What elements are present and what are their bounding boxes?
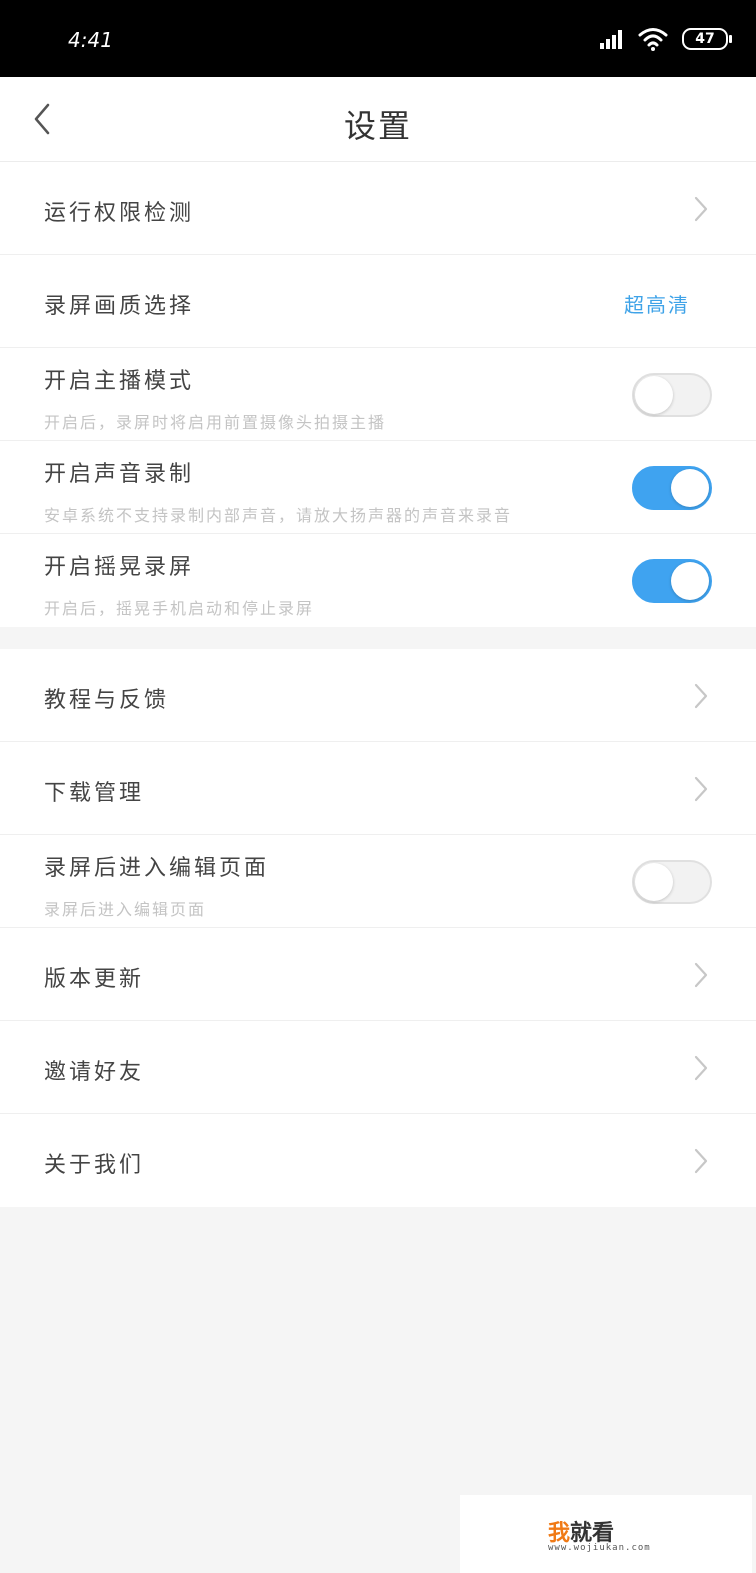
- status-time: 4:41: [68, 28, 113, 52]
- battery-icon: 47: [682, 28, 732, 50]
- toggle-knob: [635, 376, 673, 414]
- quality-value[interactable]: 超高清: [624, 289, 690, 318]
- chevron-right-icon: [694, 776, 708, 802]
- settings-row[interactable]: 下载管理: [0, 742, 756, 835]
- settings-row[interactable]: 邀请好友: [0, 1021, 756, 1114]
- row-subtitle: 开启后，录屏时将启用前置摄像头拍摄主播: [44, 413, 387, 432]
- row-title: 下载管理: [44, 781, 145, 806]
- battery-level: 47: [695, 31, 715, 47]
- settings-row: 开启声音录制安卓系统不支持录制内部声音，请放大扬声器的声音来录音: [0, 441, 756, 534]
- toggle-switch[interactable]: [632, 466, 712, 510]
- row-title: 运行权限检测: [44, 201, 195, 226]
- chevron-right-icon: [694, 196, 708, 222]
- settings-row: 录屏后进入编辑页面 录屏后进入编辑页面: [0, 835, 756, 928]
- settings-row[interactable]: 教程与反馈: [0, 649, 756, 742]
- toggle-switch[interactable]: [632, 559, 712, 603]
- settings-row[interactable]: 版本更新: [0, 928, 756, 1021]
- settings-row[interactable]: 运行权限检测: [0, 162, 756, 255]
- status-bar: 4:41 47: [0, 0, 756, 77]
- chevron-right-icon: [694, 1148, 708, 1174]
- row-title: 录屏画质选择: [44, 294, 195, 319]
- chevron-right-icon: [694, 962, 708, 988]
- row-title: 关于我们: [44, 1153, 145, 1178]
- row-subtitle: 安卓系统不支持录制内部声音，请放大扬声器的声音来录音: [44, 506, 513, 525]
- settings-group-2: 教程与反馈 下载管理 录屏后进入编辑页面 录屏后进入编辑页面 版本更新 邀请好友 关于我们: [0, 649, 756, 1207]
- toggle-switch[interactable]: [632, 860, 712, 904]
- row-title: 教程与反馈: [44, 688, 170, 713]
- wifi-icon: [638, 28, 668, 51]
- signal-icon: [600, 29, 624, 49]
- watermark-logo: 我就看 www.wojiukan.com: [460, 1495, 752, 1573]
- toggle-knob: [635, 863, 673, 901]
- row-subtitle: 录屏后进入编辑页面: [44, 900, 207, 919]
- toggle-switch[interactable]: [632, 373, 712, 417]
- row-title: 录屏后进入编辑页面: [44, 856, 270, 881]
- settings-group-1: 运行权限检测 录屏画质选择 超高清开启主播模式开启后，录屏时将启用前置摄像头拍摄主播…: [0, 162, 756, 627]
- header: 设置: [0, 77, 756, 162]
- watermark-url: www.wojiukan.com: [548, 1543, 651, 1553]
- row-title: 开启声音录制: [44, 462, 195, 487]
- row-title: 版本更新: [44, 967, 145, 992]
- toggle-knob: [671, 562, 709, 600]
- status-icons: 47: [600, 26, 732, 52]
- row-title: 邀请好友: [44, 1060, 145, 1085]
- settings-row: 开启摇晃录屏开启后，摇晃手机启动和停止录屏: [0, 534, 756, 627]
- page-title: 设置: [343, 107, 412, 145]
- toggle-knob: [671, 469, 709, 507]
- settings-row: 开启主播模式开启后，录屏时将启用前置摄像头拍摄主播: [0, 348, 756, 441]
- row-subtitle: 开启后，摇晃手机启动和停止录屏: [44, 599, 315, 618]
- settings-row[interactable]: 关于我们: [0, 1114, 756, 1207]
- settings-row[interactable]: 录屏画质选择 超高清: [0, 255, 756, 348]
- chevron-right-icon: [694, 1055, 708, 1081]
- chevron-right-icon: [694, 683, 708, 709]
- row-title: 开启摇晃录屏: [44, 555, 195, 580]
- row-title: 开启主播模式: [44, 369, 195, 394]
